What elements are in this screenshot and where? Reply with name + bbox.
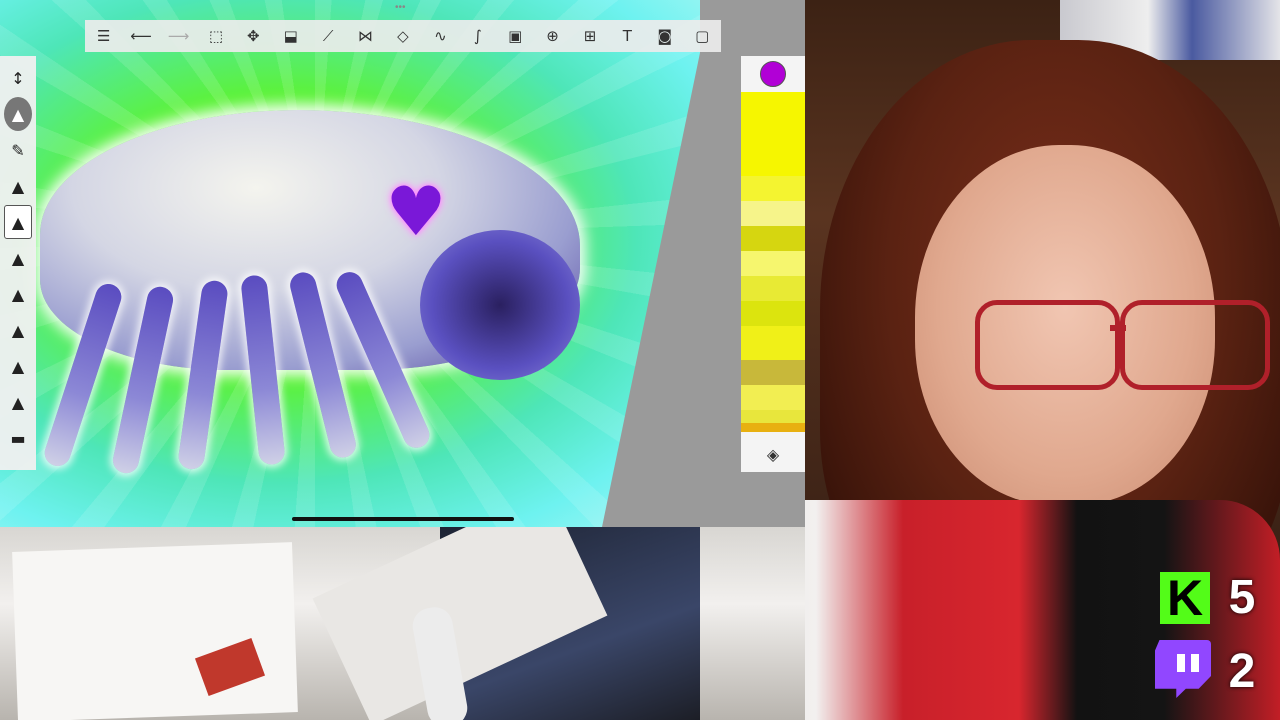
layers-icon[interactable]: ◈ [741, 436, 805, 472]
color-swatch[interactable] [741, 359, 805, 385]
color-swatch[interactable] [741, 225, 805, 252]
soft-eraser-icon[interactable]: ▲ [4, 385, 32, 419]
toolbar-grip-handle[interactable]: ••• [395, 3, 409, 13]
pencil-icon[interactable]: ✎ [4, 133, 32, 167]
fill-bucket-icon[interactable]: ⬓ [279, 24, 303, 48]
drawing-canvas[interactable]: ♥ [0, 0, 700, 527]
color-swatch[interactable] [741, 423, 805, 432]
home-indicator-bar[interactable] [292, 517, 514, 521]
kick-viewer-count: 5 [1228, 571, 1256, 624]
undo-icon[interactable]: ⟵ [129, 24, 153, 48]
kick-logo-icon: K [1160, 572, 1210, 624]
current-color-swatch[interactable] [760, 61, 786, 87]
color-swatch[interactable] [741, 384, 805, 411]
selection-icon[interactable]: ⬚ [204, 24, 228, 48]
color-swatch[interactable] [741, 251, 805, 277]
kick-logo-letter: K [1166, 570, 1204, 626]
glasses-bridge [1110, 325, 1126, 331]
symmetry-icon[interactable]: ⋈ [354, 24, 378, 48]
transform-icon[interactable]: ✥ [241, 24, 265, 48]
color-swatch[interactable] [741, 326, 805, 360]
perspective-icon[interactable]: ⊕ [541, 24, 565, 48]
drawing-app-window: ♥ ☰ ⟵ ⟶ ⬚ ✥ ⬓ ⟋ ⋈ ◇ ∿ ∫ ▣ ⊕ ⊞ T ◙ ▢ ••• ↕ ▲ ✎ ▲ ▲ ▲ ▲ ▲ ▲ ▲ ▬ ◈ [0, 0, 805, 527]
airbrush-icon[interactable]: ▲ [4, 97, 32, 131]
smudge-icon[interactable]: ▬ [4, 421, 32, 455]
desk-paper [12, 542, 298, 720]
fineliner-icon[interactable]: ▲ [4, 313, 32, 347]
webcam-desk-area [0, 488, 805, 720]
menu-list-icon[interactable]: ☰ [92, 24, 116, 48]
brush-size-slider-icon[interactable]: ↕ [4, 61, 32, 95]
color-swatch[interactable] [741, 200, 805, 226]
color-swatch[interactable] [741, 301, 805, 327]
image-icon[interactable]: ▣ [503, 24, 527, 48]
color-swatch[interactable] [741, 276, 805, 302]
glasses-right-lens [1120, 300, 1270, 390]
ink-pen-icon[interactable]: ▲ [4, 205, 32, 239]
twitch-logo-eye [1191, 654, 1199, 672]
isopod-drawing-head [420, 230, 580, 380]
color-panel: ◈ [741, 56, 805, 472]
marker-icon[interactable]: ▲ [4, 169, 32, 203]
glasses-left-lens [975, 300, 1120, 390]
redo-icon[interactable]: ⟶ [167, 24, 191, 48]
paint-brush-icon[interactable]: ▲ [4, 241, 32, 275]
fullscreen-icon[interactable]: ▢ [690, 24, 714, 48]
twitch-viewer-count: 2 [1228, 645, 1256, 698]
color-swatch-list [741, 92, 805, 432]
color-swatch[interactable] [741, 175, 805, 201]
shapes-icon[interactable]: ◇ [391, 24, 415, 48]
curve-icon[interactable]: ∿ [428, 24, 452, 48]
twitch-logo-eye [1177, 654, 1185, 672]
heart-drawing: ♥ [385, 173, 447, 252]
timelapse-icon[interactable]: ◙ [653, 24, 677, 48]
ruler-icon[interactable]: ⟋ [316, 24, 340, 48]
color-swatch[interactable] [741, 410, 805, 424]
color-swatch[interactable] [741, 92, 805, 176]
import-icon[interactable]: ⊞ [578, 24, 602, 48]
text-icon[interactable]: T [615, 24, 639, 48]
stroke-icon[interactable]: ∫ [466, 24, 490, 48]
felt-pen-icon[interactable]: ▲ [4, 349, 32, 383]
brush-library-strip: ↕ ▲ ✎ ▲ ▲ ▲ ▲ ▲ ▲ ▲ ▬ [0, 56, 36, 470]
highlighter-icon[interactable]: ▲ [4, 277, 32, 311]
top-toolbar: ☰ ⟵ ⟶ ⬚ ✥ ⬓ ⟋ ⋈ ◇ ∿ ∫ ▣ ⊕ ⊞ T ◙ ▢ [85, 20, 721, 52]
